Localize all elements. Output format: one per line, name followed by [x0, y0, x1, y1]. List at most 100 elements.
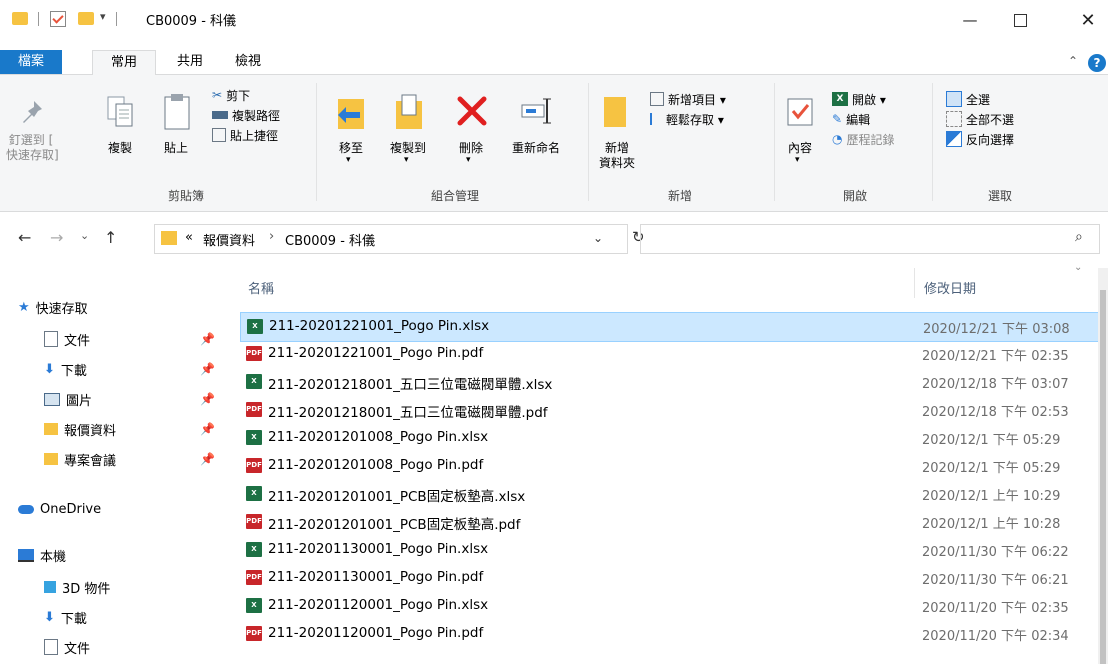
back-arrow-icon[interactable]: ← — [18, 228, 31, 247]
delete-button[interactable]: 刪除 ▾ — [448, 81, 494, 181]
nav-item-pictures[interactable]: 圖片 — [44, 386, 92, 412]
invert-selection-button[interactable]: 反向選擇 — [946, 129, 1014, 149]
column-divider[interactable] — [914, 268, 915, 298]
pinned-icon: 📌 — [200, 332, 215, 346]
collapse-ribbon-icon[interactable]: ⌃ — [1068, 54, 1078, 68]
tab-file[interactable]: 檔案 — [0, 50, 62, 74]
close-button[interactable]: ✕ — [1068, 4, 1108, 36]
address-history-chevron-icon[interactable]: ⌄ — [593, 231, 603, 245]
maximize-button[interactable] — [1000, 4, 1040, 36]
column-header-date[interactable]: 修改日期 — [924, 278, 976, 297]
window-title: CB0009 - 科儀 — [146, 14, 237, 29]
properties-quick-icon[interactable] — [50, 11, 66, 27]
folder-icon — [161, 231, 177, 245]
download-arrow-icon: ⬇ — [44, 609, 55, 625]
address-bar[interactable]: « 報價資料 › CB0009 - 科儀 ⌄ — [154, 224, 628, 254]
breadcrumb-overflow[interactable]: « — [185, 230, 193, 245]
download-arrow-icon: ⬇ — [44, 361, 55, 377]
new-small-commands: 新增項目 ▾ 輕鬆存取 ▾ — [650, 89, 726, 129]
cut-button[interactable]: ✂ 剪下 — [212, 85, 280, 105]
select-none-button[interactable]: 全部不選 — [946, 109, 1014, 129]
invert-selection-icon — [946, 131, 962, 147]
group-label-select: 選取 — [987, 189, 1012, 203]
table-row[interactable]: PDF 211-20201130001_Pogo Pin.pdf 2020/11… — [240, 564, 1098, 592]
move-to-icon — [338, 99, 364, 129]
sort-chevron-icon: ⌄ — [1074, 262, 1083, 273]
table-row[interactable]: PDF 211-20201201001_PCB固定板墊高.pdf 2020/12… — [240, 508, 1098, 536]
select-all-button[interactable]: 全選 — [946, 89, 1014, 109]
paste-button[interactable]: 貼上 — [156, 81, 196, 181]
minimize-button[interactable]: — — [950, 4, 990, 36]
customize-quick-access-icon[interactable]: ▾ — [100, 10, 106, 23]
table-row[interactable]: X 211-20201130001_Pogo Pin.xlsx 2020/11/… — [240, 536, 1098, 564]
search-input[interactable]: ⌕ — [640, 224, 1100, 254]
computer-icon — [18, 548, 34, 562]
nav-item-pc-documents[interactable]: 文件 — [44, 634, 90, 660]
history-icon: ◔ — [832, 132, 843, 146]
pin-label: 釘選到 [ 快速存取] — [6, 133, 59, 162]
table-row[interactable]: X 211-20201120001_Pogo Pin.xlsx 2020/11/… — [240, 592, 1098, 620]
tab-home[interactable]: 常用 — [92, 50, 156, 76]
properties-button[interactable]: 內容 ▾ — [780, 81, 820, 181]
move-to-button[interactable]: 移至 ▾ — [328, 81, 374, 181]
new-item-button[interactable]: 新增項目 ▾ — [650, 89, 726, 109]
folder-icon — [12, 12, 28, 25]
ribbon-tabs: 檔案 常用 共用 檢視 ⌃ ? — [0, 50, 1108, 76]
nav-item-pc-downloads[interactable]: ⬇ 下載 — [44, 604, 87, 630]
folder-icon — [44, 453, 58, 465]
table-row[interactable]: PDF 211-20201201008_Pogo Pin.pdf 2020/12… — [240, 452, 1098, 480]
group-label-new: 新增 — [667, 189, 692, 203]
recent-locations-chevron-icon[interactable]: ⌄ — [80, 229, 89, 242]
pin-to-quick-access-button[interactable]: 釘選到 [ 快速存取] — [6, 81, 59, 181]
properties-icon — [787, 98, 813, 126]
edit-button[interactable]: ✎ 編輯 — [832, 109, 895, 129]
table-row[interactable]: PDF 211-20201221001_Pogo Pin.pdf 2020/12… — [240, 340, 1098, 368]
divider — [316, 83, 317, 201]
nav-item-project-meeting[interactable]: 專案會議 — [44, 446, 116, 472]
new-folder-quick-icon[interactable] — [78, 12, 94, 25]
copy-button[interactable]: 複製 — [100, 81, 140, 181]
table-row[interactable]: X 211-20201218001_五口三位電磁閥單體.xlsx 2020/12… — [240, 368, 1098, 396]
title-bar: ▾ CB0009 - 科儀 — ✕ — [0, 0, 1108, 44]
new-folder-button[interactable]: 新增 資料夾 — [594, 81, 640, 181]
table-row[interactable]: PDF 211-20201120001_Pogo Pin.pdf 2020/11… — [240, 620, 1098, 648]
divider — [116, 12, 117, 26]
tab-view[interactable]: 檢視 — [224, 50, 272, 74]
open-button[interactable]: X 開啟 ▾ — [832, 89, 895, 109]
history-button[interactable]: ◔ 歷程記錄 — [832, 129, 895, 149]
rename-button[interactable]: 重新命名 — [500, 81, 572, 181]
table-row[interactable]: X 211-20201221001_Pogo Pin.xlsx 2020/12/… — [240, 312, 1100, 342]
breadcrumb-item[interactable]: 報價資料 — [203, 230, 255, 249]
pin-icon — [23, 101, 42, 123]
nav-item-quotes[interactable]: 報價資料 — [44, 416, 116, 442]
breadcrumb-item[interactable]: CB0009 - 科儀 — [285, 230, 375, 249]
nav-item-downloads[interactable]: ⬇ 下載 — [44, 356, 87, 382]
group-label-open: 開啟 — [842, 189, 867, 203]
excel-file-icon: X — [247, 319, 263, 334]
document-icon — [44, 639, 58, 655]
copy-path-button[interactable]: 複製路徑 — [212, 105, 280, 125]
clipboard-small-commands: ✂ 剪下 複製路徑 貼上捷徑 — [212, 85, 280, 145]
nav-quick-access[interactable]: ★ 快速存取 — [18, 294, 88, 320]
nav-item-documents[interactable]: 文件 — [44, 326, 90, 352]
up-arrow-icon[interactable]: ↑ — [104, 228, 117, 247]
paste-shortcut-button[interactable]: 貼上捷徑 — [212, 125, 280, 145]
cube-icon — [44, 581, 56, 593]
help-icon[interactable]: ? — [1088, 54, 1106, 72]
document-icon — [44, 331, 58, 347]
copy-to-button[interactable]: 複製到 ▾ — [380, 81, 436, 181]
scrollbar-thumb[interactable] — [1100, 290, 1106, 664]
table-row[interactable]: X 211-20201201008_Pogo Pin.xlsx 2020/12/… — [240, 424, 1098, 452]
chevron-down-icon: ▾ — [346, 155, 351, 165]
easy-access-button[interactable]: 輕鬆存取 ▾ — [650, 109, 726, 129]
nav-item-3d-objects[interactable]: 3D 物件 — [44, 574, 110, 600]
new-folder-icon — [604, 97, 626, 127]
table-row[interactable]: PDF 211-20201218001_五口三位電磁閥單體.pdf 2020/1… — [240, 396, 1098, 424]
table-row[interactable]: X 211-20201201001_PCB固定板墊高.xlsx 2020/12/… — [240, 480, 1098, 508]
forward-arrow-icon[interactable]: → — [50, 228, 63, 247]
nav-this-pc[interactable]: 本機 — [18, 542, 66, 568]
nav-onedrive[interactable]: OneDrive — [18, 496, 101, 522]
tab-share[interactable]: 共用 — [166, 50, 214, 74]
column-header-name[interactable]: 名稱 — [248, 278, 274, 297]
select-none-icon — [946, 111, 962, 127]
